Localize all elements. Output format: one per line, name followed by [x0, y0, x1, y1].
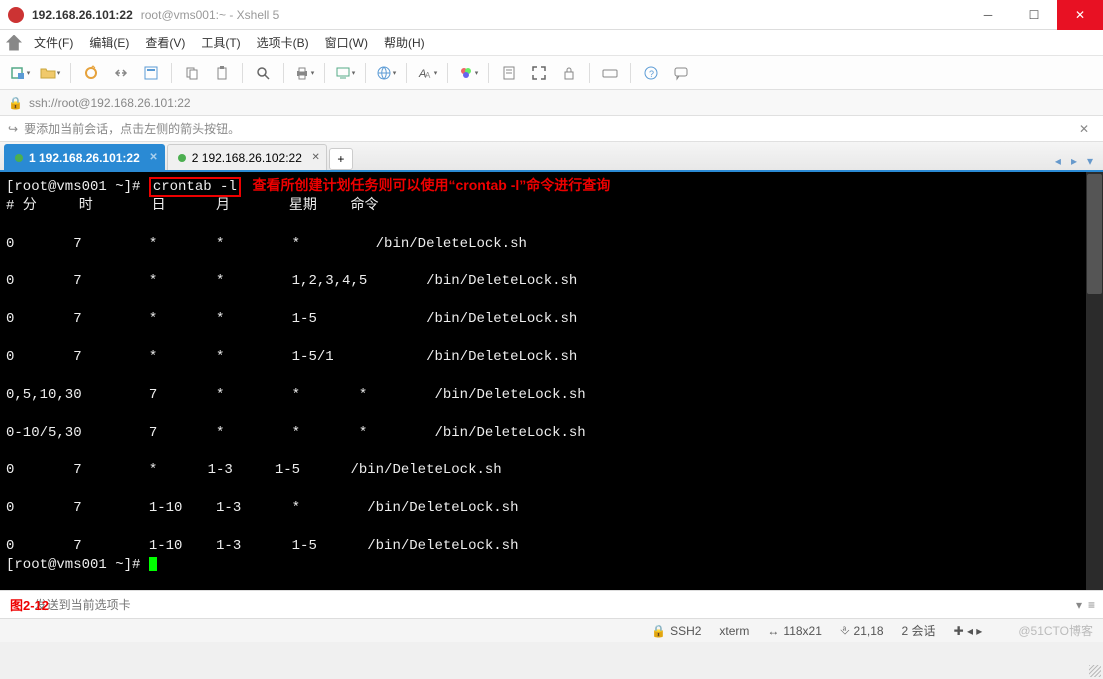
compose-dropdown-button[interactable]: ▾: [1076, 598, 1082, 612]
menu-tools[interactable]: 工具(T): [193, 30, 248, 55]
tab-bar: 1 192.168.26.101:22 ✕ 2 192.168.26.102:2…: [0, 142, 1103, 172]
lock-button[interactable]: [555, 60, 583, 86]
status-size: ↔ 118x21: [767, 624, 821, 638]
menu-view[interactable]: 查看(V): [137, 30, 193, 55]
watermark: @51CTO博客: [1018, 622, 1093, 639]
resize-handle[interactable]: [1089, 665, 1101, 677]
maximize-button[interactable]: ☐: [1011, 0, 1057, 30]
menu-window[interactable]: 窗口(W): [317, 30, 376, 55]
menu-help[interactable]: 帮助(H): [376, 30, 433, 55]
disconnect-button[interactable]: [107, 60, 135, 86]
crontab-row: 0 7 * * 1,2,3,4,5 /bin/DeleteLock.sh: [6, 273, 577, 289]
terminal-cursor: [149, 557, 157, 571]
chat-button[interactable]: [667, 60, 695, 86]
crontab-row: 0 7 * 1-3 1-5 /bin/DeleteLock.sh: [6, 462, 502, 478]
menu-tabs[interactable]: 选项卡(B): [249, 30, 317, 55]
home-icon[interactable]: [6, 35, 22, 51]
keyboard-button[interactable]: [596, 60, 624, 86]
address-bar[interactable]: 🔒 ssh://root@192.168.26.101:22: [0, 90, 1103, 116]
app-icon: [8, 7, 24, 23]
tab-label: 2 192.168.26.102:22: [192, 151, 302, 165]
status-cursor: ⎀ 21,18: [840, 623, 884, 638]
copy-button[interactable]: [178, 60, 206, 86]
prompt: [root@vms001 ~]#: [6, 557, 149, 573]
scrollbar-thumb[interactable]: [1087, 174, 1102, 294]
crontab-row: 0-10/5,30 7 * * * /bin/DeleteLock.sh: [6, 425, 586, 441]
annotation-text: 查看所创建计划任务则可以使用“crontab -l”命令进行查询: [241, 177, 610, 193]
tab-add-button[interactable]: +: [329, 148, 353, 170]
tab-prev-button[interactable]: ◂: [1051, 152, 1065, 170]
compose-bar: 图2-12 ▾ ≡: [0, 590, 1103, 618]
status-sessions: 2 会话: [902, 622, 936, 639]
open-button[interactable]: ▾: [36, 60, 64, 86]
menu-edit[interactable]: 编辑(E): [81, 30, 137, 55]
crontab-row: 0 7 * * 1-5/1 /bin/DeleteLock.sh: [6, 349, 577, 365]
globe-button[interactable]: ▾: [372, 60, 400, 86]
title-subtitle: root@vms001:~ - Xshell 5: [141, 8, 280, 22]
status-bar: 🔒 SSH2 xterm ↔ 118x21 ⎀ 21,18 2 会话 ✚ ◂ ▸…: [0, 618, 1103, 642]
properties-button[interactable]: [137, 60, 165, 86]
hint-bar: ↪ 要添加当前会话，点击左侧的箭头按钮。 ✕: [0, 116, 1103, 142]
crontab-row: 0 7 1-10 1-3 * /bin/DeleteLock.sh: [6, 500, 518, 516]
svg-text:A: A: [425, 71, 431, 80]
script-button[interactable]: [495, 60, 523, 86]
status-proto: 🔒 SSH2: [651, 624, 701, 638]
svg-text:?: ?: [649, 69, 654, 79]
paste-button[interactable]: [208, 60, 236, 86]
toolbar: ▾ ▾ ▾ ▾ ▾ AA▾ ▾ ?: [0, 56, 1103, 90]
reconnect-button[interactable]: [77, 60, 105, 86]
xftp-button[interactable]: ▾: [331, 60, 359, 86]
crontab-row: 0,5,10,30 7 * * * /bin/DeleteLock.sh: [6, 387, 586, 403]
crontab-header: # 分 时 日 月 星期 命令: [6, 198, 378, 214]
status-dot-icon: [15, 154, 23, 162]
find-button[interactable]: [249, 60, 277, 86]
status-term: xterm: [719, 624, 749, 638]
fullscreen-button[interactable]: [525, 60, 553, 86]
crontab-row: 0 7 1-10 1-3 1-5 /bin/DeleteLock.sh: [6, 538, 518, 554]
terminal-scrollbar[interactable]: [1086, 172, 1103, 590]
status-dot-icon: [178, 154, 186, 162]
help-button[interactable]: ?: [637, 60, 665, 86]
compose-menu-button[interactable]: ≡: [1088, 598, 1095, 612]
tab-list-button[interactable]: ▾: [1083, 152, 1097, 170]
menu-bar: 文件(F) 编辑(E) 查看(V) 工具(T) 选项卡(B) 窗口(W) 帮助(…: [0, 30, 1103, 56]
hint-text: 要添加当前会话，点击左侧的箭头按钮。: [24, 120, 240, 137]
bookmark-arrow-icon[interactable]: ↪: [8, 122, 18, 136]
prompt: [root@vms001 ~]#: [6, 179, 149, 195]
menu-file[interactable]: 文件(F): [26, 30, 81, 55]
tab-next-button[interactable]: ▸: [1067, 152, 1081, 170]
tab-close-icon[interactable]: ✕: [311, 152, 319, 163]
address-url: ssh://root@192.168.26.101:22: [29, 96, 191, 110]
font-button[interactable]: AA▾: [413, 60, 441, 86]
compose-input[interactable]: [8, 598, 1070, 612]
window-titlebar: 192.168.26.101:22 root@vms001:~ - Xshell…: [0, 0, 1103, 30]
minimize-button[interactable]: ─: [965, 0, 1011, 30]
new-session-button[interactable]: ▾: [6, 60, 34, 86]
close-button[interactable]: ✕: [1057, 0, 1103, 30]
lock-icon: 🔒: [8, 96, 23, 110]
print-button[interactable]: ▾: [290, 60, 318, 86]
crontab-row: 0 7 * * 1-5 /bin/DeleteLock.sh: [6, 311, 577, 327]
status-nav[interactable]: ✚ ◂ ▸: [954, 624, 983, 638]
tab-session-2[interactable]: 2 192.168.26.102:22 ✕: [167, 144, 327, 170]
command-highlight: crontab -l: [149, 177, 241, 197]
terminal-output[interactable]: [root@vms001 ~]# crontab -l 查看所创建计划任务则可以…: [0, 172, 1103, 590]
tab-close-icon[interactable]: ✕: [149, 152, 157, 163]
title-host: 192.168.26.101:22: [32, 8, 133, 22]
hint-close-button[interactable]: ✕: [1073, 120, 1095, 138]
crontab-row: 0 7 * * * /bin/DeleteLock.sh: [6, 236, 527, 252]
color-button[interactable]: ▾: [454, 60, 482, 86]
tab-session-1[interactable]: 1 192.168.26.101:22 ✕: [4, 144, 165, 170]
tab-label: 1 192.168.26.101:22: [29, 151, 140, 165]
